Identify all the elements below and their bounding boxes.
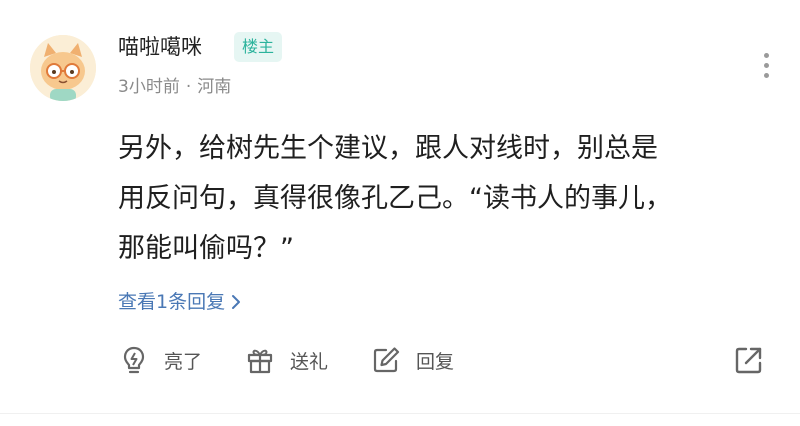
lightbulb-icon [123,346,145,374]
more-vertical-icon [763,53,769,58]
gift-label: 送礼 [290,350,329,373]
share-icon [735,347,762,374]
cat-avatar-icon [30,35,96,101]
comment-meta: 3小时前 · 河南 [118,74,231,100]
meta-separator: · [185,77,192,97]
gift-icon [247,349,273,374]
timestamp: 3小时前 [118,77,180,97]
comment-line: 另外，给树先生个建议，跟人对线时，别总是 [118,133,658,164]
reply-label: 回复 [416,350,455,373]
divider [0,413,800,414]
chevron-right-icon [232,295,241,309]
view-replies-label: 查看1条回复 [118,291,226,313]
share-button[interactable] [731,342,767,382]
avatar[interactable] [30,35,96,101]
comment-line: 用反问句，真得很像孔乙己。“读书人的事儿， [118,183,672,214]
edit-icon [373,347,400,373]
comment-content: 另外，给树先生个建议，跟人对线时，别总是 用反问句，真得很像孔乙己。“读书人的事… [118,124,778,274]
like-label: 亮了 [164,350,203,373]
comment-line: 那能叫偷吗？” [118,233,294,264]
reply-button[interactable]: 回复 [370,342,454,378]
op-badge: 楼主 [234,32,283,62]
more-options-button[interactable] [752,48,780,88]
username[interactable]: 喵啦噶咪 [118,32,202,62]
location: 河南 [197,77,232,97]
gift-button[interactable]: 送礼 [244,342,328,378]
like-button[interactable]: 亮了 [118,342,202,378]
view-replies-link[interactable]: 查看1条回复 [118,287,243,317]
